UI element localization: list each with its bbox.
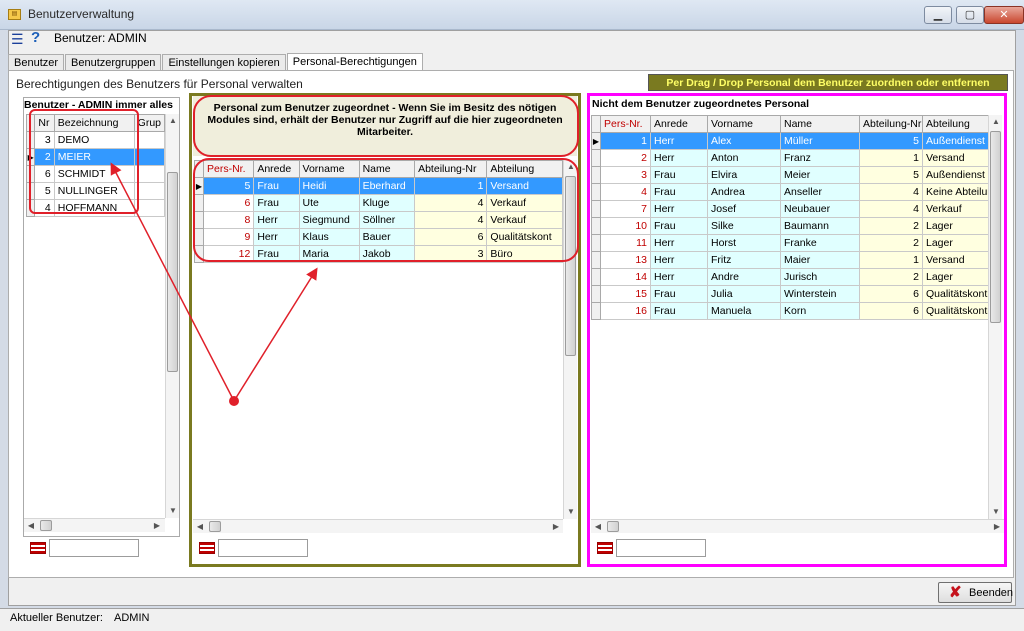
red-x-icon: ✘ <box>949 584 962 601</box>
annotation-origin-dot <box>229 396 239 406</box>
status-bar: Aktueller Benutzer: ADMIN <box>0 608 1024 631</box>
status-label: Aktueller Benutzer: <box>10 612 103 624</box>
status-value: ADMIN <box>114 612 150 624</box>
beenden-label: Beenden <box>969 587 1014 599</box>
annotation-arrows <box>110 162 318 406</box>
beenden-button[interactable]: ✘ Beenden <box>938 582 1014 603</box>
arrow-to-assigned <box>233 267 318 402</box>
arrow-to-users <box>110 162 235 402</box>
